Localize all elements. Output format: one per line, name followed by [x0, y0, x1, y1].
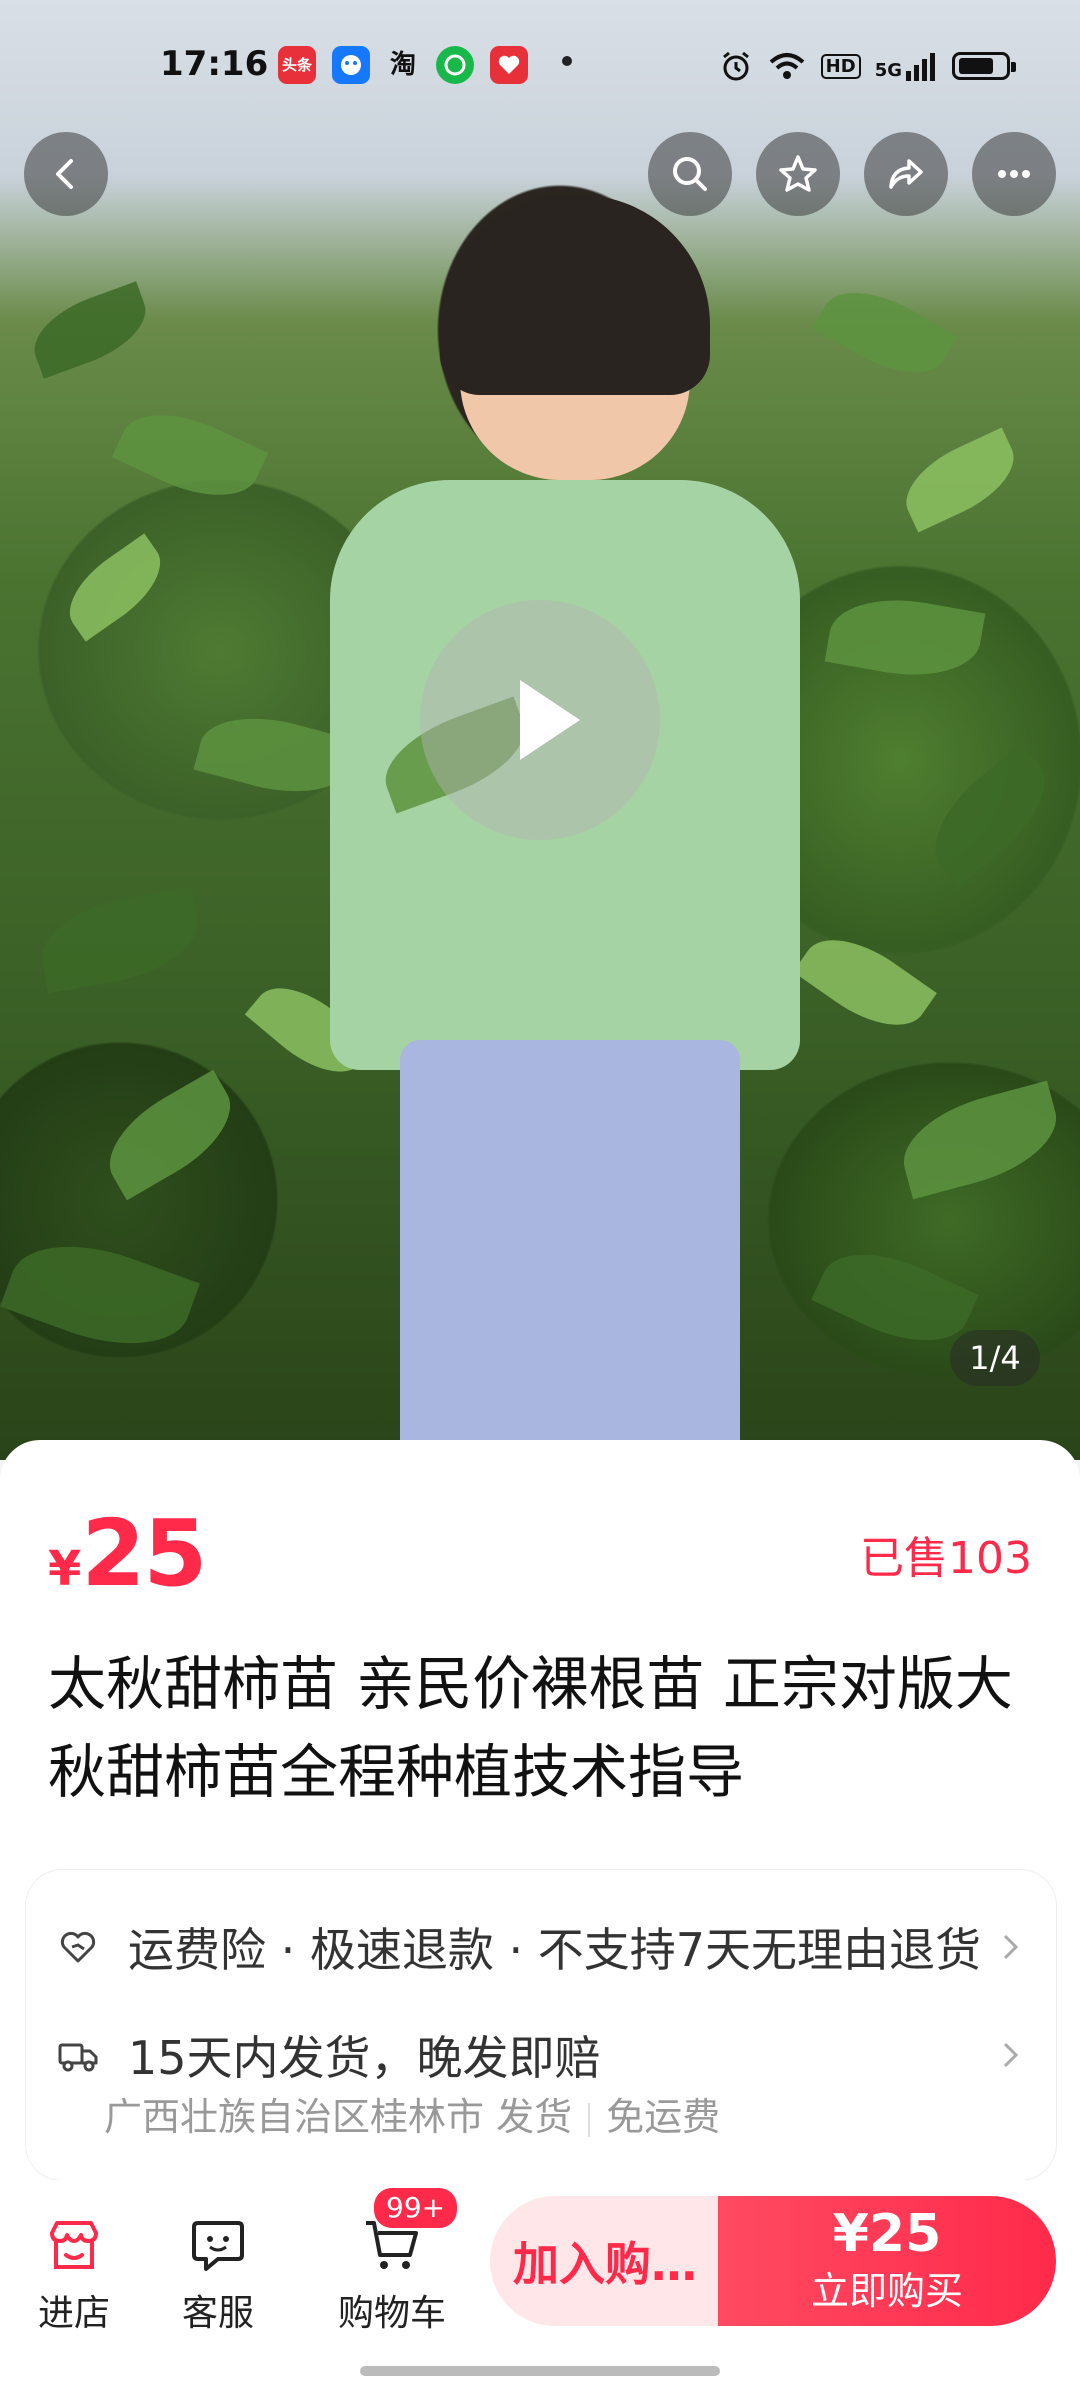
status-indicators: HD 5G: [719, 46, 1016, 86]
network-type: 5G: [875, 51, 938, 81]
chat-bubble-icon: [192, 2221, 244, 2271]
share-button[interactable]: [864, 132, 948, 216]
guarantee-text: 运费险 · 极速退款 · 不支持7天无理由退货: [128, 1923, 981, 1977]
red-app-icon: [490, 46, 528, 84]
sold-count: 已售103: [860, 1533, 1032, 1584]
search-icon: [673, 157, 707, 191]
shipping-text: 15天内发货，晚发即赔: [128, 2031, 601, 2085]
battery-icon: [952, 52, 1016, 80]
store-tab[interactable]: 进店: [14, 2210, 134, 2336]
green-app-icon: [436, 46, 474, 84]
buy-now-button[interactable]: ¥25 立即购买: [718, 2196, 1056, 2326]
origin-text: 广西壮族自治区桂林市 发货: [104, 2095, 573, 2139]
store-label: 进店: [37, 2293, 110, 2334]
cart-badge: 99+: [372, 2186, 460, 2230]
more-notifications-dot: [562, 56, 572, 66]
more-dots-icon: [998, 170, 1030, 178]
hd-indicator: HD: [820, 53, 861, 79]
image-counter: 1/4: [950, 1330, 1040, 1386]
signal-icon: [906, 53, 935, 81]
more-button[interactable]: [972, 132, 1056, 216]
chevron-left-icon: [56, 159, 73, 189]
wifi-icon: [769, 53, 804, 79]
cart-label: 购物车: [337, 2293, 446, 2334]
home-indicator[interactable]: [360, 2366, 720, 2376]
star-icon: [779, 155, 817, 192]
status-time: 17:16: [160, 44, 269, 84]
price-value: 25: [81, 1500, 207, 1607]
shipping-origin: 广西壮族自治区桂林市 发货 免运费: [104, 2086, 720, 2141]
buy-price: ¥25: [832, 2204, 942, 2264]
heart-shield-icon: [56, 1925, 100, 1969]
taobao-app-icon: 淘: [389, 50, 416, 80]
truck-icon: [56, 2033, 100, 2077]
share-icon: [889, 159, 923, 189]
chevron-right-icon: [996, 2040, 1026, 2070]
price-currency: ¥: [48, 1541, 82, 1597]
chevron-right-icon: [996, 1932, 1026, 1962]
chat-app-icon: [332, 46, 370, 84]
store-icon: [50, 2221, 98, 2269]
freight-text: 免运费: [606, 2095, 721, 2139]
customer-service-tab[interactable]: 客服: [158, 2210, 278, 2336]
shipping-row[interactable]: 15天内发货，晚发即赔: [56, 2022, 1026, 2088]
network-label: 5G: [874, 60, 902, 81]
guarantee-row[interactable]: 运费险 · 极速退款 · 不支持7天无理由退货: [56, 1914, 1026, 1980]
alarm-icon: [722, 51, 749, 81]
back-button[interactable]: [24, 132, 108, 216]
add-to-cart-button[interactable]: 加入购…: [490, 2196, 720, 2326]
product-price: ¥25: [48, 1500, 207, 1607]
product-title: 太秋甜柿苗 亲民价裸根苗 正宗对版大秋甜柿苗全程种植技术指导: [48, 1650, 1013, 1806]
play-video-button[interactable]: [420, 600, 660, 840]
status-bar: 17:16 头条 淘 HD 5G: [0, 0, 1080, 140]
divider: [588, 2102, 591, 2137]
customer-service-label: 客服: [181, 2293, 254, 2334]
buy-now-label: 立即购买: [810, 2269, 963, 2313]
toutiao-app-icon: 头条: [278, 46, 316, 84]
favorite-button[interactable]: [756, 132, 840, 216]
search-button[interactable]: [648, 132, 732, 216]
